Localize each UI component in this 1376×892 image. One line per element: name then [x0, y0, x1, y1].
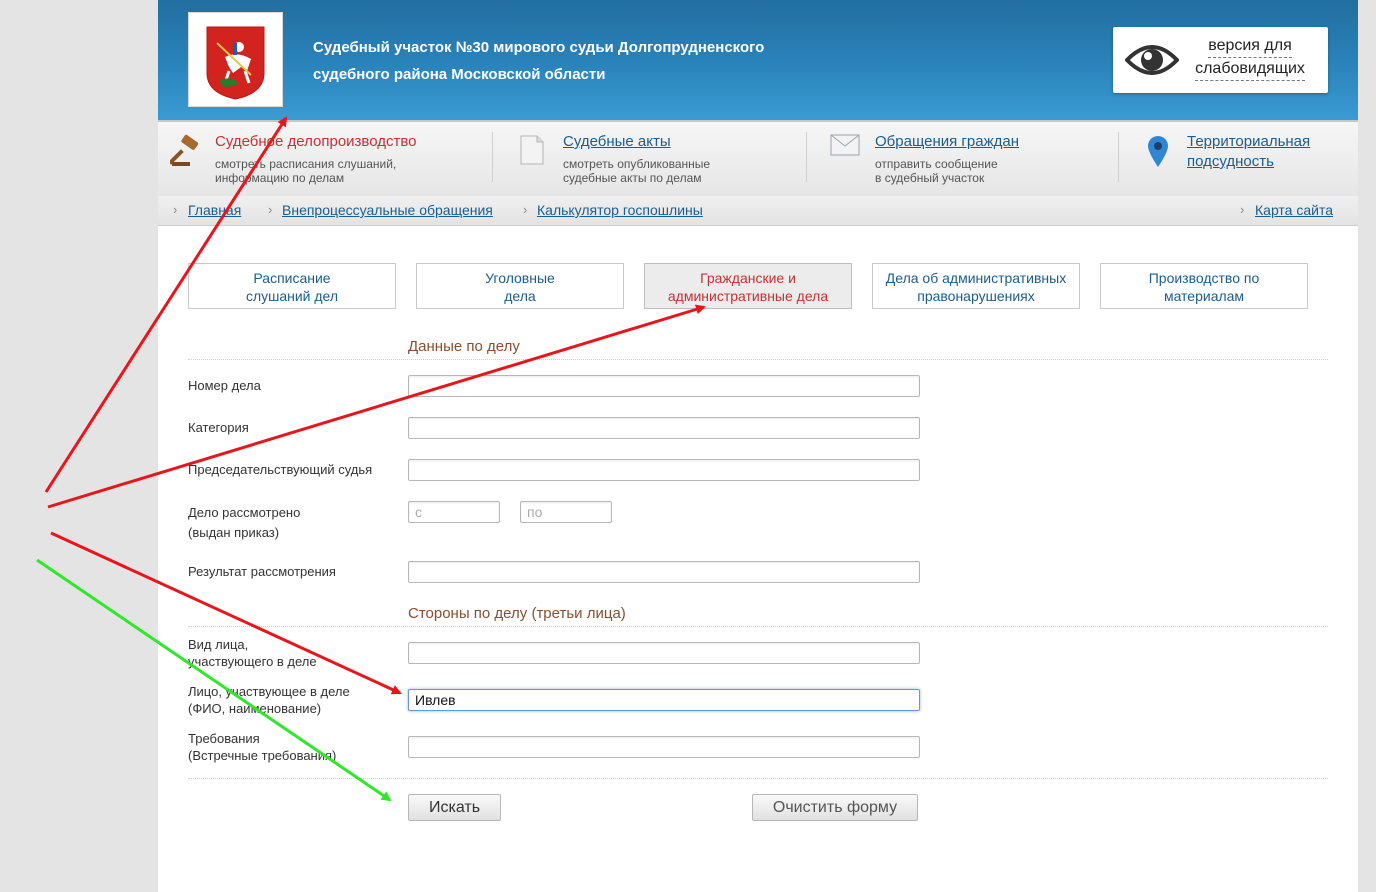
tab-criminal-cases[interactable]: Уголовные дела: [416, 263, 624, 309]
top-menu: Судебное делопроизводство смотреть распи…: [158, 120, 1358, 196]
clear-form-button[interactable]: Очистить форму: [752, 794, 918, 821]
tab-label: административные дела: [667, 288, 829, 304]
judge-input[interactable]: [408, 459, 920, 481]
menu-desc-court-proceedings: смотреть расписания слушаний, информацию…: [215, 157, 396, 185]
menu-desc-line: смотреть расписания слушаний,: [215, 157, 397, 171]
envelope-icon: [830, 134, 860, 156]
court-name-line1: Судебный участок №30 мирового судьи Долг…: [313, 39, 765, 56]
label-line: (Встречные требования): [188, 748, 337, 763]
chevron-right-icon: ›: [173, 202, 178, 217]
menu-title-court-acts[interactable]: Судебные акты: [563, 133, 671, 150]
party-name-input[interactable]: [408, 689, 920, 711]
label-line: Требования: [188, 731, 260, 746]
considered-date-label: Дело рассмотрено (выдан приказ): [188, 503, 398, 543]
chevron-right-icon: ›: [523, 202, 528, 217]
breadcrumb-sitemap[interactable]: Карта сайта: [1255, 202, 1333, 218]
eye-icon: [1125, 45, 1179, 75]
gavel-icon: [170, 134, 199, 166]
tab-civil-administrative-cases[interactable]: Гражданские и административные дела: [644, 263, 852, 309]
label-line: Дело рассмотрено: [188, 505, 301, 520]
tab-hearing-schedule[interactable]: Расписание слушаний дел: [188, 263, 396, 309]
date-from-input[interactable]: [408, 501, 500, 523]
menu-item-jurisdiction[interactable]: Территориальная подсудность: [1146, 122, 1346, 198]
claims-label: Требования (Встречные требования): [188, 730, 398, 764]
result-input[interactable]: [408, 561, 920, 583]
tab-label: Дела об административных: [885, 270, 1067, 286]
date-to-input[interactable]: [520, 501, 612, 523]
section-title-case-data: Данные по делу: [408, 338, 520, 355]
label-line: Вид лица,: [188, 637, 249, 652]
party-type-label: Вид лица, участвующего в деле: [188, 636, 398, 670]
tab-label: Уголовные: [485, 270, 555, 286]
menu-divider: [1118, 132, 1119, 182]
case-number-label: Номер дела: [188, 378, 261, 393]
menu-item-citizen-appeals[interactable]: Обращения граждан отправить сообщение в …: [830, 122, 1110, 198]
label-line: (ФИО, наименование): [188, 701, 322, 716]
tab-label: правонарушениях: [917, 288, 1035, 304]
court-name: Судебный участок №30 мирового судьи Долг…: [313, 34, 833, 88]
map-pin-icon: [1148, 136, 1168, 167]
court-name-line2: судебного района Московской области: [313, 66, 606, 83]
menu-divider: [806, 132, 807, 182]
menu-item-court-acts[interactable]: Судебные акты смотреть опубликованные су…: [518, 122, 798, 198]
case-number-input[interactable]: [408, 375, 920, 397]
claims-input[interactable]: [408, 736, 920, 758]
tab-administrative-offenses[interactable]: Дела об административных правонарушениях: [872, 263, 1080, 309]
menu-title-jurisdiction-line2[interactable]: подсудность: [1187, 153, 1274, 170]
tab-label: Гражданские и: [700, 270, 796, 286]
party-type-input[interactable]: [408, 642, 920, 664]
label-line: (выдан приказ): [188, 525, 280, 540]
breadcrumb-home[interactable]: Главная: [188, 202, 241, 218]
menu-desc-line: в судебный участок: [875, 171, 985, 185]
menu-desc-line: смотреть опубликованные: [563, 157, 711, 171]
breadcrumb-fee-calculator[interactable]: Калькулятор госпошлины: [537, 202, 703, 218]
tab-label: Производство по: [1148, 270, 1260, 286]
menu-title-jurisdiction-line1[interactable]: Территориальная: [1187, 133, 1310, 150]
divider: [188, 626, 1328, 627]
chevron-right-icon: ›: [1240, 202, 1245, 217]
breadcrumb: › Главная › Внепроцессуальные обращения …: [158, 196, 1358, 226]
result-label: Результат рассмотрения: [188, 564, 336, 579]
divider: [188, 359, 1328, 360]
site-header: Судебный участок №30 мирового судьи Долг…: [158, 0, 1358, 120]
search-button[interactable]: Искать: [408, 794, 501, 821]
tab-materials-proceedings[interactable]: Производство по материалам: [1100, 263, 1308, 309]
menu-title-court-proceedings[interactable]: Судебное делопроизводство: [215, 133, 417, 150]
menu-desc-line: информацию по делам: [215, 171, 345, 185]
tab-label: материалам: [1163, 288, 1245, 304]
low-vision-version-button[interactable]: версия для слабовидящих: [1113, 27, 1328, 93]
document-icon: [520, 135, 544, 165]
menu-desc-line: отправить сообщение: [875, 157, 998, 171]
menu-divider: [492, 132, 493, 182]
tab-label: слушаний дел: [245, 288, 339, 304]
low-vision-label: версия для слабовидящих: [1185, 35, 1315, 81]
tab-label: дела: [504, 288, 536, 304]
category-input[interactable]: [408, 417, 920, 439]
party-name-label: Лицо, участвующее в деле (ФИО, наименова…: [188, 683, 398, 717]
divider: [188, 778, 1328, 779]
breadcrumb-extra-procedural-appeals[interactable]: Внепроцессуальные обращения: [282, 202, 493, 218]
menu-title-citizen-appeals[interactable]: Обращения граждан: [875, 133, 1019, 150]
menu-desc-citizen-appeals: отправить сообщение в судебный участок: [875, 157, 998, 185]
menu-desc-court-acts: смотреть опубликованные судебные акты по…: [563, 157, 710, 185]
menu-desc-line: судебные акты по делам: [563, 171, 702, 185]
chevron-right-icon: ›: [268, 202, 273, 217]
low-vision-line1: версия для: [1208, 35, 1292, 58]
label-line: Лицо, участвующее в деле: [188, 684, 350, 699]
label-line: участвующего в деле: [188, 654, 317, 669]
moscow-region-coat-of-arms-logo[interactable]: [188, 12, 283, 107]
low-vision-line2: слабовидящих: [1195, 58, 1305, 81]
tab-label: Расписание: [253, 270, 331, 286]
judge-label: Председательствующий судья: [188, 462, 373, 477]
category-label: Категория: [188, 420, 249, 435]
page: Судебный участок №30 мирового судьи Долг…: [158, 0, 1358, 892]
menu-item-court-proceedings[interactable]: Судебное делопроизводство смотреть распи…: [170, 122, 490, 198]
section-title-parties: Стороны по делу (третьи лица): [408, 605, 626, 622]
